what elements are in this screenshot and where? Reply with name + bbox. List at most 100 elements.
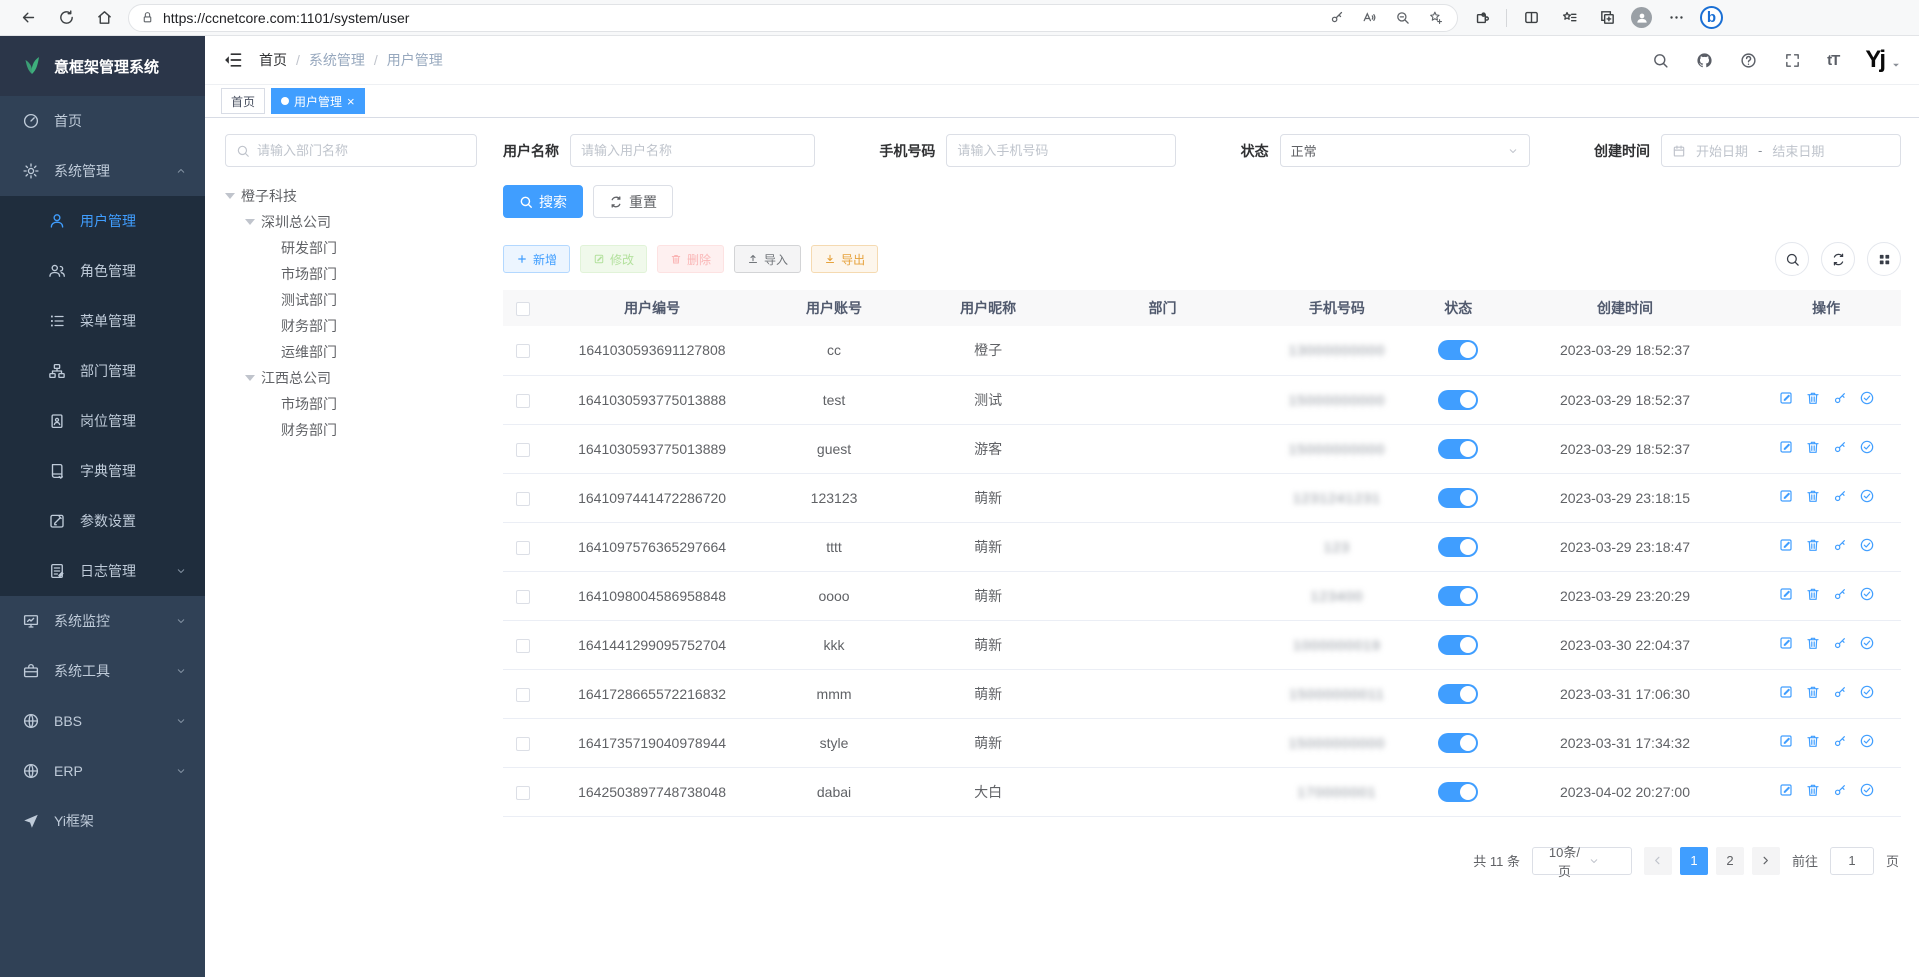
tree-node[interactable]: 研发部门 [225, 235, 477, 261]
row-edit-button[interactable] [1778, 586, 1794, 602]
username-field[interactable] [581, 143, 804, 158]
row-checkbox[interactable] [516, 344, 530, 358]
row-reset-password-button[interactable] [1832, 439, 1848, 455]
row-edit-button[interactable] [1778, 635, 1794, 651]
row-assign-role-button[interactable] [1859, 537, 1875, 553]
row-reset-password-button[interactable] [1832, 782, 1848, 798]
sidebar-item-yi-framework[interactable]: Yi框架 [0, 796, 205, 846]
import-button[interactable]: 导入 [734, 245, 801, 273]
row-delete-button[interactable] [1805, 733, 1821, 749]
sidebar-item-system-tools[interactable]: 系统工具 [0, 646, 205, 696]
row-edit-button[interactable] [1778, 439, 1794, 455]
row-reset-password-button[interactable] [1832, 733, 1848, 749]
edit-user-button[interactable]: 修改 [580, 245, 647, 273]
breadcrumb-item[interactable]: 用户管理 [387, 50, 443, 70]
header-search-icon[interactable] [1651, 51, 1669, 69]
tree-node[interactable]: 江西总公司 [225, 365, 477, 391]
browser-home-icon[interactable] [90, 4, 118, 32]
show-search-button[interactable] [1775, 242, 1809, 276]
row-checkbox[interactable] [516, 639, 530, 653]
breadcrumb-item[interactable]: 首页 [259, 50, 287, 70]
row-edit-button[interactable] [1778, 684, 1794, 700]
row-checkbox[interactable] [516, 590, 530, 604]
row-delete-button[interactable] [1805, 635, 1821, 651]
status-select[interactable]: 正常 [1280, 134, 1530, 167]
row-assign-role-button[interactable] [1859, 782, 1875, 798]
tree-node[interactable]: 深圳总公司 [225, 209, 477, 235]
tag-close-icon[interactable]: × [347, 95, 355, 108]
row-assign-role-button[interactable] [1859, 439, 1875, 455]
refresh-table-button[interactable] [1821, 242, 1855, 276]
row-reset-password-button[interactable] [1832, 635, 1848, 651]
font-size-icon[interactable]: tT [1827, 52, 1839, 69]
page-size-select[interactable]: 10条/页 [1532, 847, 1632, 875]
status-toggle[interactable] [1438, 782, 1478, 802]
row-delete-button[interactable] [1805, 439, 1821, 455]
browser-refresh-icon[interactable] [52, 4, 80, 32]
row-edit-button[interactable] [1778, 537, 1794, 553]
favorites-bar-icon[interactable] [1555, 4, 1583, 32]
github-icon[interactable] [1695, 51, 1713, 69]
tree-node[interactable]: 市场部门 [225, 391, 477, 417]
sidebar-item-dict-mgmt[interactable]: 字典管理 [0, 446, 205, 496]
dept-search-field[interactable] [257, 143, 466, 158]
row-delete-button[interactable] [1805, 586, 1821, 602]
row-delete-button[interactable] [1805, 782, 1821, 798]
sidebar-item-role-mgmt[interactable]: 角色管理 [0, 246, 205, 296]
app-logo[interactable]: 意框架管理系统 [0, 36, 205, 96]
tree-expand-icon[interactable] [225, 193, 235, 199]
address-bar[interactable]: https://ccnetcore.com:1101/system/user [128, 4, 1458, 32]
row-edit-button[interactable] [1778, 390, 1794, 406]
row-reset-password-button[interactable] [1832, 537, 1848, 553]
row-assign-role-button[interactable] [1859, 488, 1875, 504]
tree-node[interactable]: 市场部门 [225, 261, 477, 287]
tag-active[interactable]: 用户管理× [271, 88, 365, 114]
fullscreen-icon[interactable] [1783, 51, 1801, 69]
row-assign-role-button[interactable] [1859, 635, 1875, 651]
favorite-add-icon[interactable] [1423, 6, 1447, 30]
delete-user-button[interactable]: 删除 [657, 245, 724, 273]
status-toggle[interactable] [1438, 390, 1478, 410]
export-button[interactable]: 导出 [811, 245, 878, 273]
status-toggle[interactable] [1438, 733, 1478, 753]
row-edit-button[interactable] [1778, 488, 1794, 504]
user-menu[interactable]: Yj [1865, 48, 1901, 72]
row-delete-button[interactable] [1805, 684, 1821, 700]
row-delete-button[interactable] [1805, 537, 1821, 553]
row-edit-button[interactable] [1778, 733, 1794, 749]
tree-node[interactable]: 橙子科技 [225, 183, 477, 209]
row-reset-password-button[interactable] [1832, 586, 1848, 602]
phone-input[interactable] [946, 134, 1176, 167]
row-checkbox[interactable] [516, 443, 530, 457]
browser-profile-avatar[interactable] [1631, 7, 1652, 28]
status-toggle[interactable] [1438, 586, 1478, 606]
sidebar-item-post-mgmt[interactable]: 岗位管理 [0, 396, 205, 446]
date-range-picker[interactable]: 开始日期 - 结束日期 [1661, 134, 1901, 167]
sidebar-item-system-monitor[interactable]: 系统监控 [0, 596, 205, 646]
row-delete-button[interactable] [1805, 488, 1821, 504]
help-icon[interactable] [1739, 51, 1757, 69]
status-toggle[interactable] [1438, 488, 1478, 508]
tree-node[interactable]: 测试部门 [225, 287, 477, 313]
row-checkbox[interactable] [516, 541, 530, 555]
key-icon[interactable] [1324, 6, 1348, 30]
sidebar-item-bbs[interactable]: BBS [0, 696, 205, 746]
status-toggle[interactable] [1438, 635, 1478, 655]
sidebar-collapse-icon[interactable] [223, 50, 243, 70]
status-toggle[interactable] [1438, 439, 1478, 459]
select-all-checkbox[interactable] [516, 302, 530, 316]
goto-page-input[interactable] [1830, 847, 1874, 875]
phone-field[interactable] [957, 143, 1165, 158]
copilot-icon[interactable]: b [1700, 6, 1723, 29]
search-button[interactable]: 搜索 [503, 185, 583, 218]
add-user-button[interactable]: 新增 [503, 245, 570, 273]
tree-node[interactable]: 运维部门 [225, 339, 477, 365]
status-toggle[interactable] [1438, 340, 1478, 360]
extensions-icon[interactable] [1468, 4, 1496, 32]
more-menu-icon[interactable] [1662, 4, 1690, 32]
username-input[interactable] [570, 134, 815, 167]
row-reset-password-button[interactable] [1832, 684, 1848, 700]
sidebar-item-dept-mgmt[interactable]: 部门管理 [0, 346, 205, 396]
sidebar-item-menu-mgmt[interactable]: 菜单管理 [0, 296, 205, 346]
row-reset-password-button[interactable] [1832, 390, 1848, 406]
